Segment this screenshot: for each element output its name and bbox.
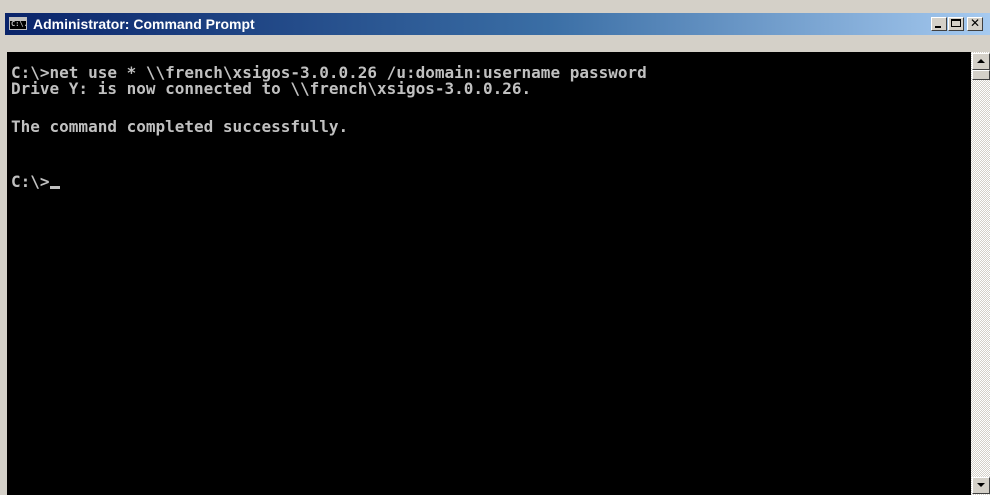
scroll-up-button[interactable] — [972, 53, 990, 70]
console-output[interactable]: C:\>net use * \\french\xsigos-3.0.0.26 /… — [7, 52, 971, 495]
maximize-button[interactable] — [948, 17, 964, 31]
maximize-icon — [951, 19, 961, 27]
console-line-completed: The command completed successfully. — [11, 117, 349, 136]
scroll-up-arrow-icon — [977, 59, 985, 63]
vertical-scrollbar[interactable] — [971, 52, 990, 495]
console-prompt: C:\> — [11, 172, 50, 191]
scroll-down-button[interactable] — [972, 477, 990, 494]
close-icon: ✕ — [969, 16, 981, 30]
title-bar[interactable]: C:\. Administrator: Command Prompt ✕ — [5, 13, 990, 35]
minimize-button[interactable] — [931, 17, 947, 31]
minimize-icon — [935, 26, 941, 28]
scrollbar-thumb[interactable] — [972, 70, 990, 80]
console-icon-label: C:\. — [11, 20, 28, 28]
console-icon[interactable]: C:\. — [9, 17, 28, 30]
window-title: Administrator: Command Prompt — [33, 16, 255, 32]
text-cursor — [49, 186, 60, 189]
scroll-down-arrow-icon — [977, 483, 985, 487]
command-prompt-window: C:\. Administrator: Command Prompt ✕ C:\… — [0, 0, 990, 495]
console-line-drive-connected: Drive Y: is now connected to \\french\xs… — [11, 79, 532, 98]
console-prompt-line[interactable]: C:\> — [11, 174, 60, 190]
close-button[interactable]: ✕ — [967, 16, 983, 31]
